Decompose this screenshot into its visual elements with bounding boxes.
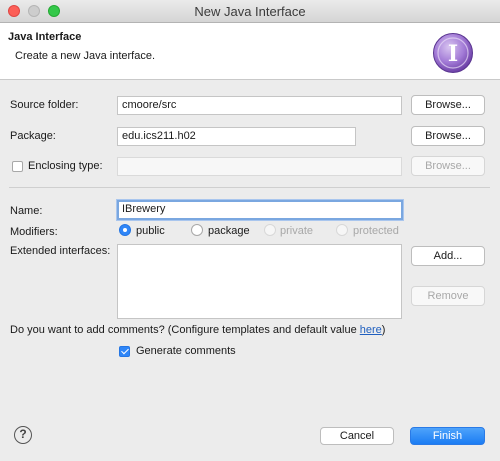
- remove-interface-button[interactable]: Remove: [411, 286, 485, 306]
- interface-icon: I: [433, 33, 473, 73]
- modifiers-label: Modifiers:: [10, 226, 58, 238]
- generate-comments-label: Generate comments: [136, 345, 236, 357]
- help-icon[interactable]: ?: [14, 426, 32, 444]
- enclosing-type-checkbox[interactable]: [12, 161, 23, 172]
- banner-title: Java Interface: [8, 31, 82, 43]
- generate-comments-checkbox[interactable]: [119, 346, 130, 357]
- comments-question: Do you want to add comments? (Configure …: [10, 324, 385, 336]
- package-browse-button[interactable]: Browse...: [411, 126, 485, 146]
- package-input[interactable]: edu.ics211.h02: [117, 127, 356, 146]
- extended-interfaces-label: Extended interfaces:: [10, 245, 111, 257]
- window-title: New Java Interface: [194, 4, 306, 19]
- wizard-banner: Java Interface Create a new Java interfa…: [0, 23, 500, 80]
- enclosing-type-label: Enclosing type:: [28, 160, 103, 172]
- name-input[interactable]: IBrewery: [117, 200, 403, 220]
- svg-text:I: I: [448, 41, 458, 67]
- modifier-private-radio[interactable]: [264, 224, 276, 236]
- comments-close-paren: ): [381, 324, 386, 336]
- add-interface-button[interactable]: Add...: [411, 246, 485, 266]
- enclosing-type-input[interactable]: [117, 157, 402, 176]
- finish-button[interactable]: Finish: [410, 427, 485, 445]
- source-folder-input[interactable]: cmoore/src: [117, 96, 402, 115]
- separator: [9, 187, 490, 188]
- modifier-public-radio[interactable]: [119, 224, 131, 236]
- title-bar: New Java Interface: [0, 0, 500, 23]
- extended-interfaces-list[interactable]: [117, 244, 402, 319]
- modifier-protected-label: protected: [353, 225, 399, 237]
- enclosing-type-browse-button[interactable]: Browse...: [411, 156, 485, 176]
- modifier-public-label: public: [136, 225, 165, 237]
- cancel-button[interactable]: Cancel: [320, 427, 394, 445]
- modifier-package-label: package: [208, 225, 250, 237]
- name-label: Name:: [10, 205, 43, 217]
- package-label: Package:: [10, 130, 56, 142]
- configure-templates-link[interactable]: here: [360, 324, 382, 336]
- source-folder-browse-button[interactable]: Browse...: [411, 95, 485, 115]
- source-folder-label: Source folder:: [10, 99, 79, 111]
- modifier-package-radio[interactable]: [191, 224, 203, 236]
- modifier-private-label: private: [280, 225, 314, 237]
- dialog-window: New Java Interface Java Interface Create…: [0, 0, 500, 461]
- modifier-protected-radio[interactable]: [336, 224, 348, 236]
- banner-description: Create a new Java interface.: [15, 50, 156, 62]
- comments-question-text: Do you want to add comments? (Configure …: [10, 324, 360, 336]
